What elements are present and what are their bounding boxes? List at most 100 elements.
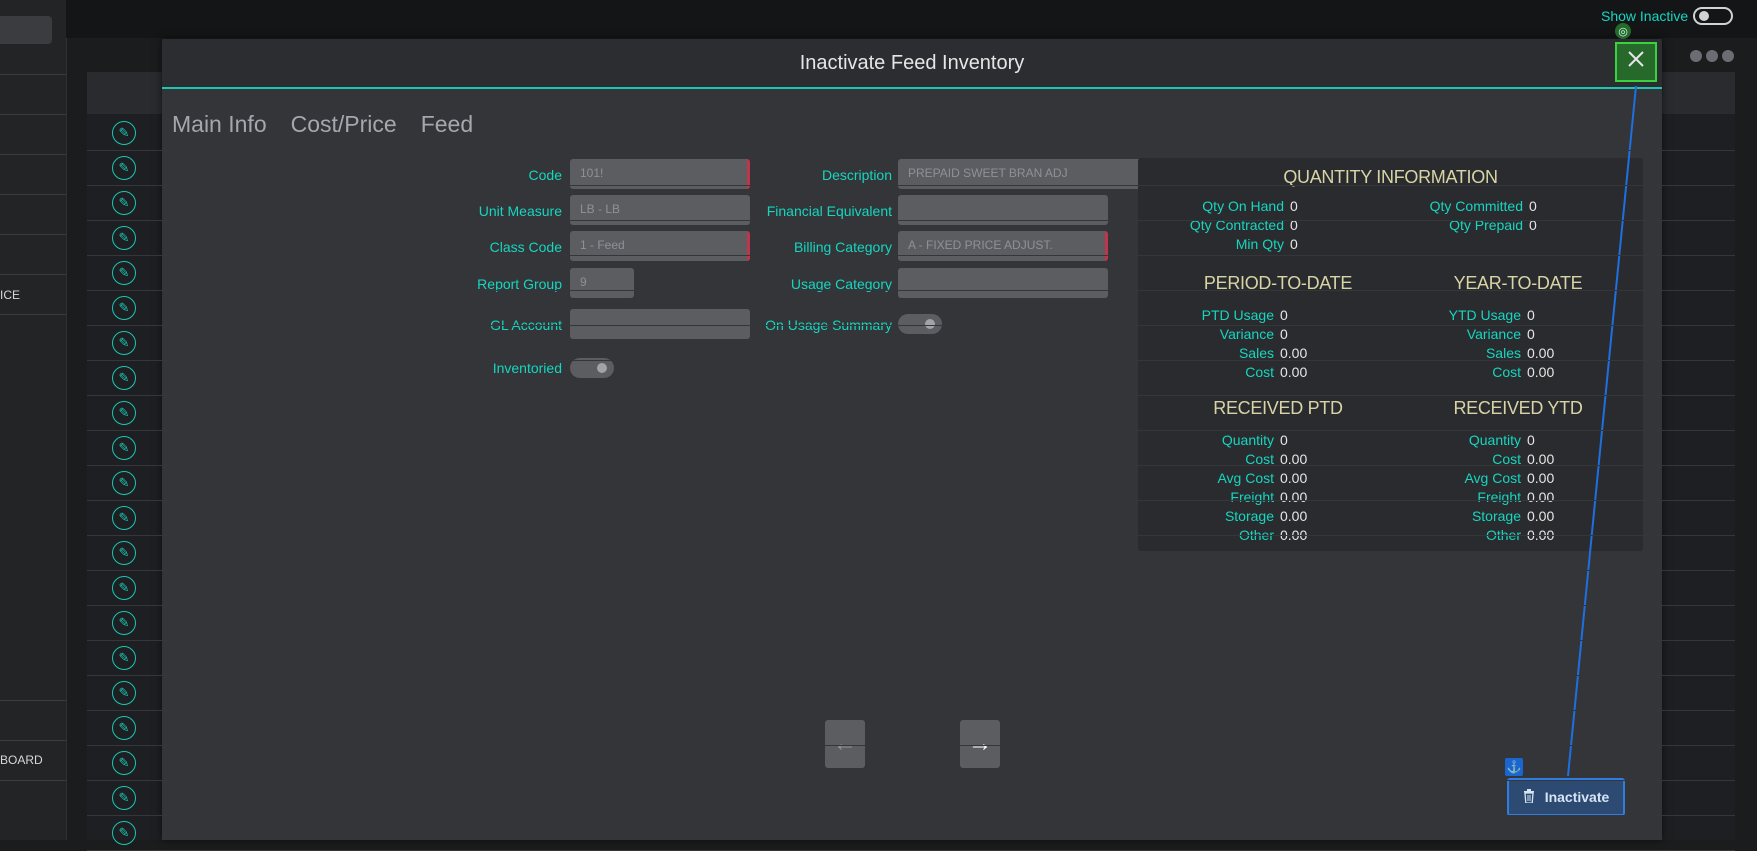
ptd-row-value: 0 <box>1280 307 1288 323</box>
grid-row-divider <box>87 185 1735 186</box>
nav-divider <box>0 700 66 701</box>
received-ptd-row-label: Quantity <box>1221 432 1274 448</box>
inventoried-toggle[interactable] <box>570 358 614 378</box>
report-group-field[interactable]: 9 <box>570 268 634 298</box>
close-icon <box>1625 48 1647 76</box>
grid-row-divider <box>87 255 1735 256</box>
nav-divider <box>0 234 66 235</box>
anchor-icon: ⚓ <box>1505 758 1523 776</box>
received-ytd-row-value: 0.00 <box>1527 489 1555 505</box>
pencil-icon[interactable]: ✎ <box>112 751 136 775</box>
nav-divider <box>0 74 66 75</box>
pencil-icon[interactable]: ✎ <box>112 576 136 600</box>
grid-row-divider <box>87 570 1735 571</box>
tab-cost-price[interactable]: Cost/Price <box>291 111 397 138</box>
grid-row-divider <box>87 150 1735 151</box>
received-ytd-row-label: Storage <box>1471 508 1521 524</box>
nav-search-box[interactable] <box>0 16 52 44</box>
modal-title: Inactivate Feed Inventory <box>799 52 1025 74</box>
show-inactive-label: Show Inactive <box>1601 8 1689 24</box>
nav-item-label[interactable]: BOARD <box>0 753 43 767</box>
pencil-icon[interactable]: ✎ <box>112 121 136 145</box>
pencil-icon[interactable]: ✎ <box>112 786 136 810</box>
close-button[interactable] <box>1615 42 1657 82</box>
pencil-icon[interactable]: ✎ <box>112 681 136 705</box>
grid-row-divider <box>87 360 1735 361</box>
grid-row-divider <box>87 745 1735 746</box>
ptd-row-label: Variance <box>1219 326 1274 342</box>
pencil-icon[interactable]: ✎ <box>112 191 136 215</box>
code-label: Code <box>528 167 562 183</box>
inactivate-label: Inactivate <box>1544 789 1610 805</box>
min-qty-label: Min Qty <box>1235 236 1284 252</box>
grid-row-divider <box>87 325 1735 326</box>
pencil-icon[interactable]: ✎ <box>112 331 136 355</box>
tab-main-info[interactable]: Main Info <box>172 111 267 138</box>
inactivate-feed-inventory-modal: Inactivate Feed Inventory Main Info Cost… <box>162 39 1662 840</box>
nav-divider <box>0 314 66 315</box>
pencil-icon[interactable]: ✎ <box>112 401 136 425</box>
pencil-icon[interactable]: ✎ <box>112 646 136 670</box>
nav-item-label[interactable]: ICE <box>0 288 20 302</box>
ytd-row-value: 0 <box>1527 307 1535 323</box>
pencil-icon[interactable]: ✎ <box>112 156 136 180</box>
grid-row-divider <box>87 605 1735 606</box>
pencil-icon[interactable]: ✎ <box>112 821 136 845</box>
qty-on-hand-value: 0 <box>1290 198 1298 214</box>
min-qty-value: 0 <box>1290 236 1298 252</box>
pencil-icon[interactable]: ✎ <box>112 611 136 635</box>
nav-divider <box>0 780 66 781</box>
previous-button[interactable]: ← <box>825 720 865 768</box>
ytd-row-label: Variance <box>1466 326 1521 342</box>
grid-row-divider <box>87 710 1735 711</box>
received-ptd-row-value: 0.00 <box>1280 508 1308 524</box>
pencil-icon[interactable]: ✎ <box>112 506 136 530</box>
received-ptd-row-value: 0.00 <box>1280 470 1308 486</box>
received-ptd-title: RECEIVED PTD <box>1213 398 1343 418</box>
qty-committed-label: Qty Committed <box>1429 198 1523 214</box>
grid-row-divider <box>87 780 1735 781</box>
background-top-bar <box>66 0 1757 38</box>
next-button[interactable]: → <box>960 720 1000 768</box>
tab-feed[interactable]: Feed <box>421 111 473 138</box>
arrow-left-icon: ← <box>833 730 857 757</box>
received-ytd-row-label: Avg Cost <box>1464 470 1521 486</box>
received-ptd-row-label: Avg Cost <box>1217 470 1274 486</box>
received-ptd-row-label: Storage <box>1224 508 1274 524</box>
ytd-row-value: 0.00 <box>1527 364 1555 380</box>
pencil-icon[interactable]: ✎ <box>112 436 136 460</box>
received-ytd-row-label: Freight <box>1477 489 1521 505</box>
grid-row-divider <box>87 290 1735 291</box>
pencil-icon[interactable]: ✎ <box>112 226 136 250</box>
ytd-row-value: 0 <box>1527 326 1535 342</box>
ytd-row-label: Cost <box>1492 364 1521 380</box>
on-usage-summary-toggle[interactable] <box>898 314 942 334</box>
ptd-row-label: Sales <box>1238 345 1274 361</box>
pencil-icon[interactable]: ✎ <box>112 541 136 565</box>
grid-row-divider <box>87 815 1735 816</box>
target-icon: ◎ <box>1615 23 1631 39</box>
pencil-icon[interactable]: ✎ <box>112 261 136 285</box>
pencil-icon[interactable]: ✎ <box>112 366 136 390</box>
class-code-label: Class Code <box>489 239 562 255</box>
quantity-information-panel: QUANTITY INFORMATION Qty On Hand 0 Qty C… <box>1138 158 1643 551</box>
pencil-icon[interactable]: ✎ <box>112 471 136 495</box>
modal-header: Inactivate Feed Inventory <box>162 39 1662 89</box>
ytd-row-label: Sales <box>1485 345 1521 361</box>
grid-row-divider <box>87 220 1735 221</box>
pencil-icon[interactable]: ✎ <box>112 716 136 740</box>
ptd-row-value: 0.00 <box>1280 364 1308 380</box>
nav-divider <box>0 194 66 195</box>
usage-category-field[interactable] <box>898 268 1108 298</box>
nav-divider <box>0 740 66 741</box>
billing-category-label: Billing Category <box>793 239 892 255</box>
left-nav: ICE BOARD <box>0 0 67 840</box>
trash-icon <box>1523 788 1535 806</box>
grid-row-divider <box>87 500 1735 501</box>
ellipsis-icon[interactable] <box>1690 50 1734 62</box>
qty-committed-value: 0 <box>1529 198 1537 214</box>
show-inactive-toggle[interactable] <box>1693 7 1733 25</box>
pencil-icon[interactable]: ✎ <box>112 296 136 320</box>
billing-category-field[interactable]: A - FIXED PRICE ADJUST. <box>898 231 1108 261</box>
inactivate-button[interactable]: Inactivate <box>1507 778 1625 816</box>
